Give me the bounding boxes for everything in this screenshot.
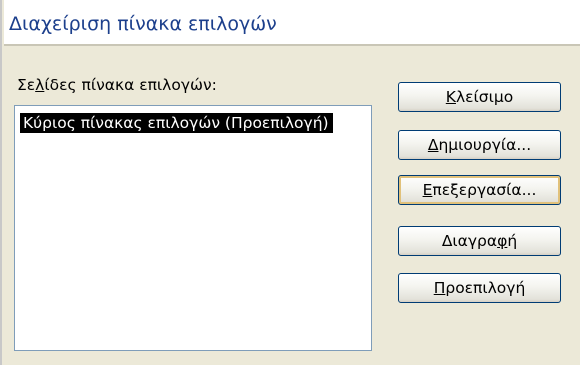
close-button[interactable]: Κλείσιμο xyxy=(398,82,561,112)
list-item[interactable]: Κύριος πίνακας επιλογών (Προεπιλογή) xyxy=(20,113,333,133)
default-button-text-post: ροεπιλογή xyxy=(445,279,526,297)
switchboard-pages-list[interactable]: Κύριος πίνακας επιλογών (Προεπιλογή) xyxy=(14,105,372,351)
switchboard-manager-dialog: Διαχείριση πίνακα επιλογών Σελίδες πίνακ… xyxy=(0,0,580,365)
close-button-text-post: λείσιμο xyxy=(455,88,514,106)
label-text-post: ίδες πίνακα επιλογών: xyxy=(44,76,217,94)
delete-button-mnemonic: φ xyxy=(497,232,508,250)
list-item-label: Κύριος πίνακας επιλογών (Προεπιλογή) xyxy=(23,114,329,132)
delete-button-text-pre: Διαγρα xyxy=(441,232,498,250)
title-divider xyxy=(4,44,580,46)
default-button-mnemonic: Π xyxy=(433,279,446,297)
new-button[interactable]: Δημιουργία... xyxy=(398,130,561,160)
edit-button[interactable]: Επεξεργασία... xyxy=(398,175,561,205)
label-mnemonic: λ xyxy=(35,76,45,94)
close-button-mnemonic: Κ xyxy=(445,88,456,106)
label-text-pre: Σε xyxy=(17,76,36,94)
edit-button-text-post: πεξεργασία... xyxy=(432,181,537,199)
delete-button-text-post: ή xyxy=(507,232,518,250)
new-button-mnemonic: Δ xyxy=(427,136,439,154)
delete-button[interactable]: Διαγραφή xyxy=(398,226,561,256)
dialog-title-bar: Διαχείριση πίνακα επιλογών xyxy=(4,0,580,45)
new-button-text-post: ημιουργία... xyxy=(438,136,532,154)
edit-button-mnemonic: Ε xyxy=(422,181,433,199)
switchboard-pages-label: Σελίδες πίνακα επιλογών: xyxy=(17,76,217,94)
make-default-button[interactable]: Προεπιλογή xyxy=(398,273,561,303)
dialog-title: Διαχείριση πίνακα επιλογών xyxy=(9,13,277,35)
